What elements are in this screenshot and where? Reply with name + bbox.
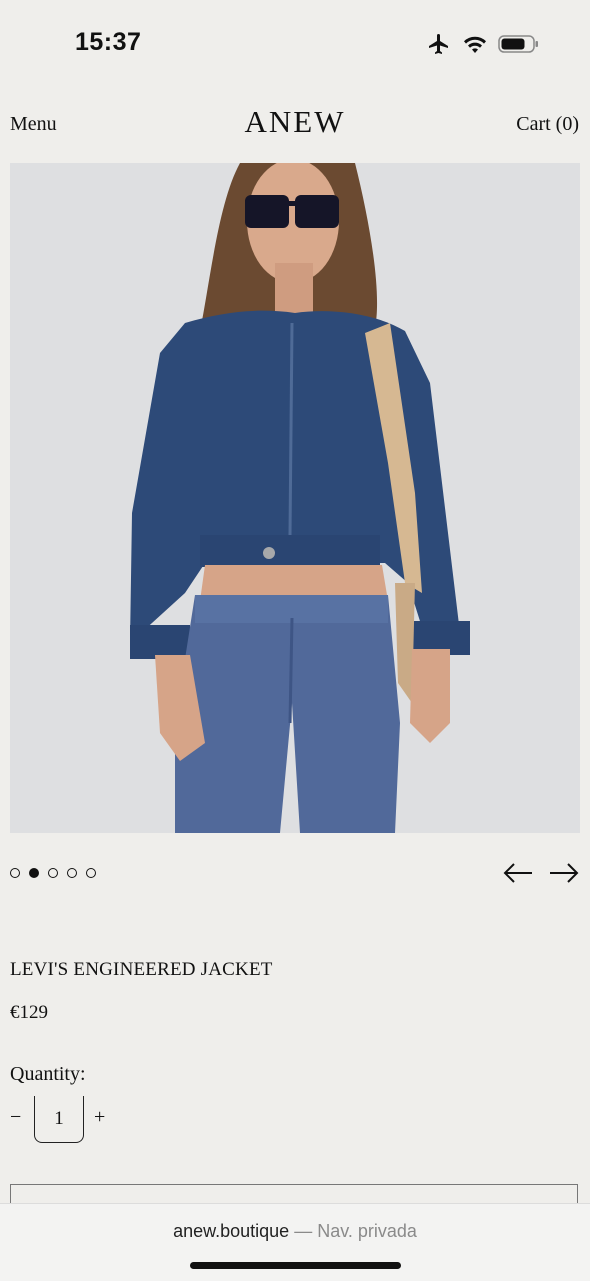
carousel-dot-active[interactable]	[29, 868, 39, 878]
carousel-dot[interactable]	[86, 868, 96, 878]
status-bar: 15:37	[0, 0, 590, 88]
site-header: Menu ANEW Cart (0)	[0, 100, 590, 150]
private-browsing-label: Nav. privada	[317, 1221, 417, 1241]
battery-icon	[498, 35, 538, 53]
carousel-dot[interactable]	[10, 868, 20, 878]
product-title: LEVI'S ENGINEERED JACKET	[10, 959, 273, 980]
browser-address-bar[interactable]: anew.boutique — Nav. privada	[0, 1203, 590, 1281]
quantity-input[interactable]: 1	[34, 1096, 84, 1143]
carousel-dots	[10, 868, 96, 878]
product-photo	[10, 163, 580, 833]
url-domain: anew.boutique	[173, 1221, 290, 1241]
carousel-dot[interactable]	[48, 868, 58, 878]
browser-url[interactable]: anew.boutique — Nav. privada	[0, 1221, 590, 1242]
carousel-dot[interactable]	[67, 868, 77, 878]
quantity-label: Quantity:	[10, 1063, 86, 1085]
product-price: €129	[10, 1002, 48, 1023]
wifi-icon	[464, 36, 486, 53]
cart-button[interactable]: Cart (0)	[516, 113, 579, 136]
status-icons	[426, 32, 540, 56]
airplane-icon	[429, 34, 448, 54]
arrow-right-icon[interactable]	[548, 858, 580, 888]
status-time: 15:37	[75, 28, 142, 56]
home-indicator[interactable]	[190, 1262, 401, 1269]
url-separator: —	[289, 1221, 318, 1241]
quantity-increase-button[interactable]: +	[94, 1106, 105, 1129]
quantity-decrease-button[interactable]: −	[10, 1106, 21, 1129]
quantity-stepper: − 1 +	[10, 1096, 130, 1144]
product-image[interactable]	[10, 163, 580, 833]
brand-logo[interactable]: ANEW	[0, 104, 590, 140]
arrow-left-icon[interactable]	[502, 858, 534, 888]
carousel-arrows	[502, 858, 580, 888]
